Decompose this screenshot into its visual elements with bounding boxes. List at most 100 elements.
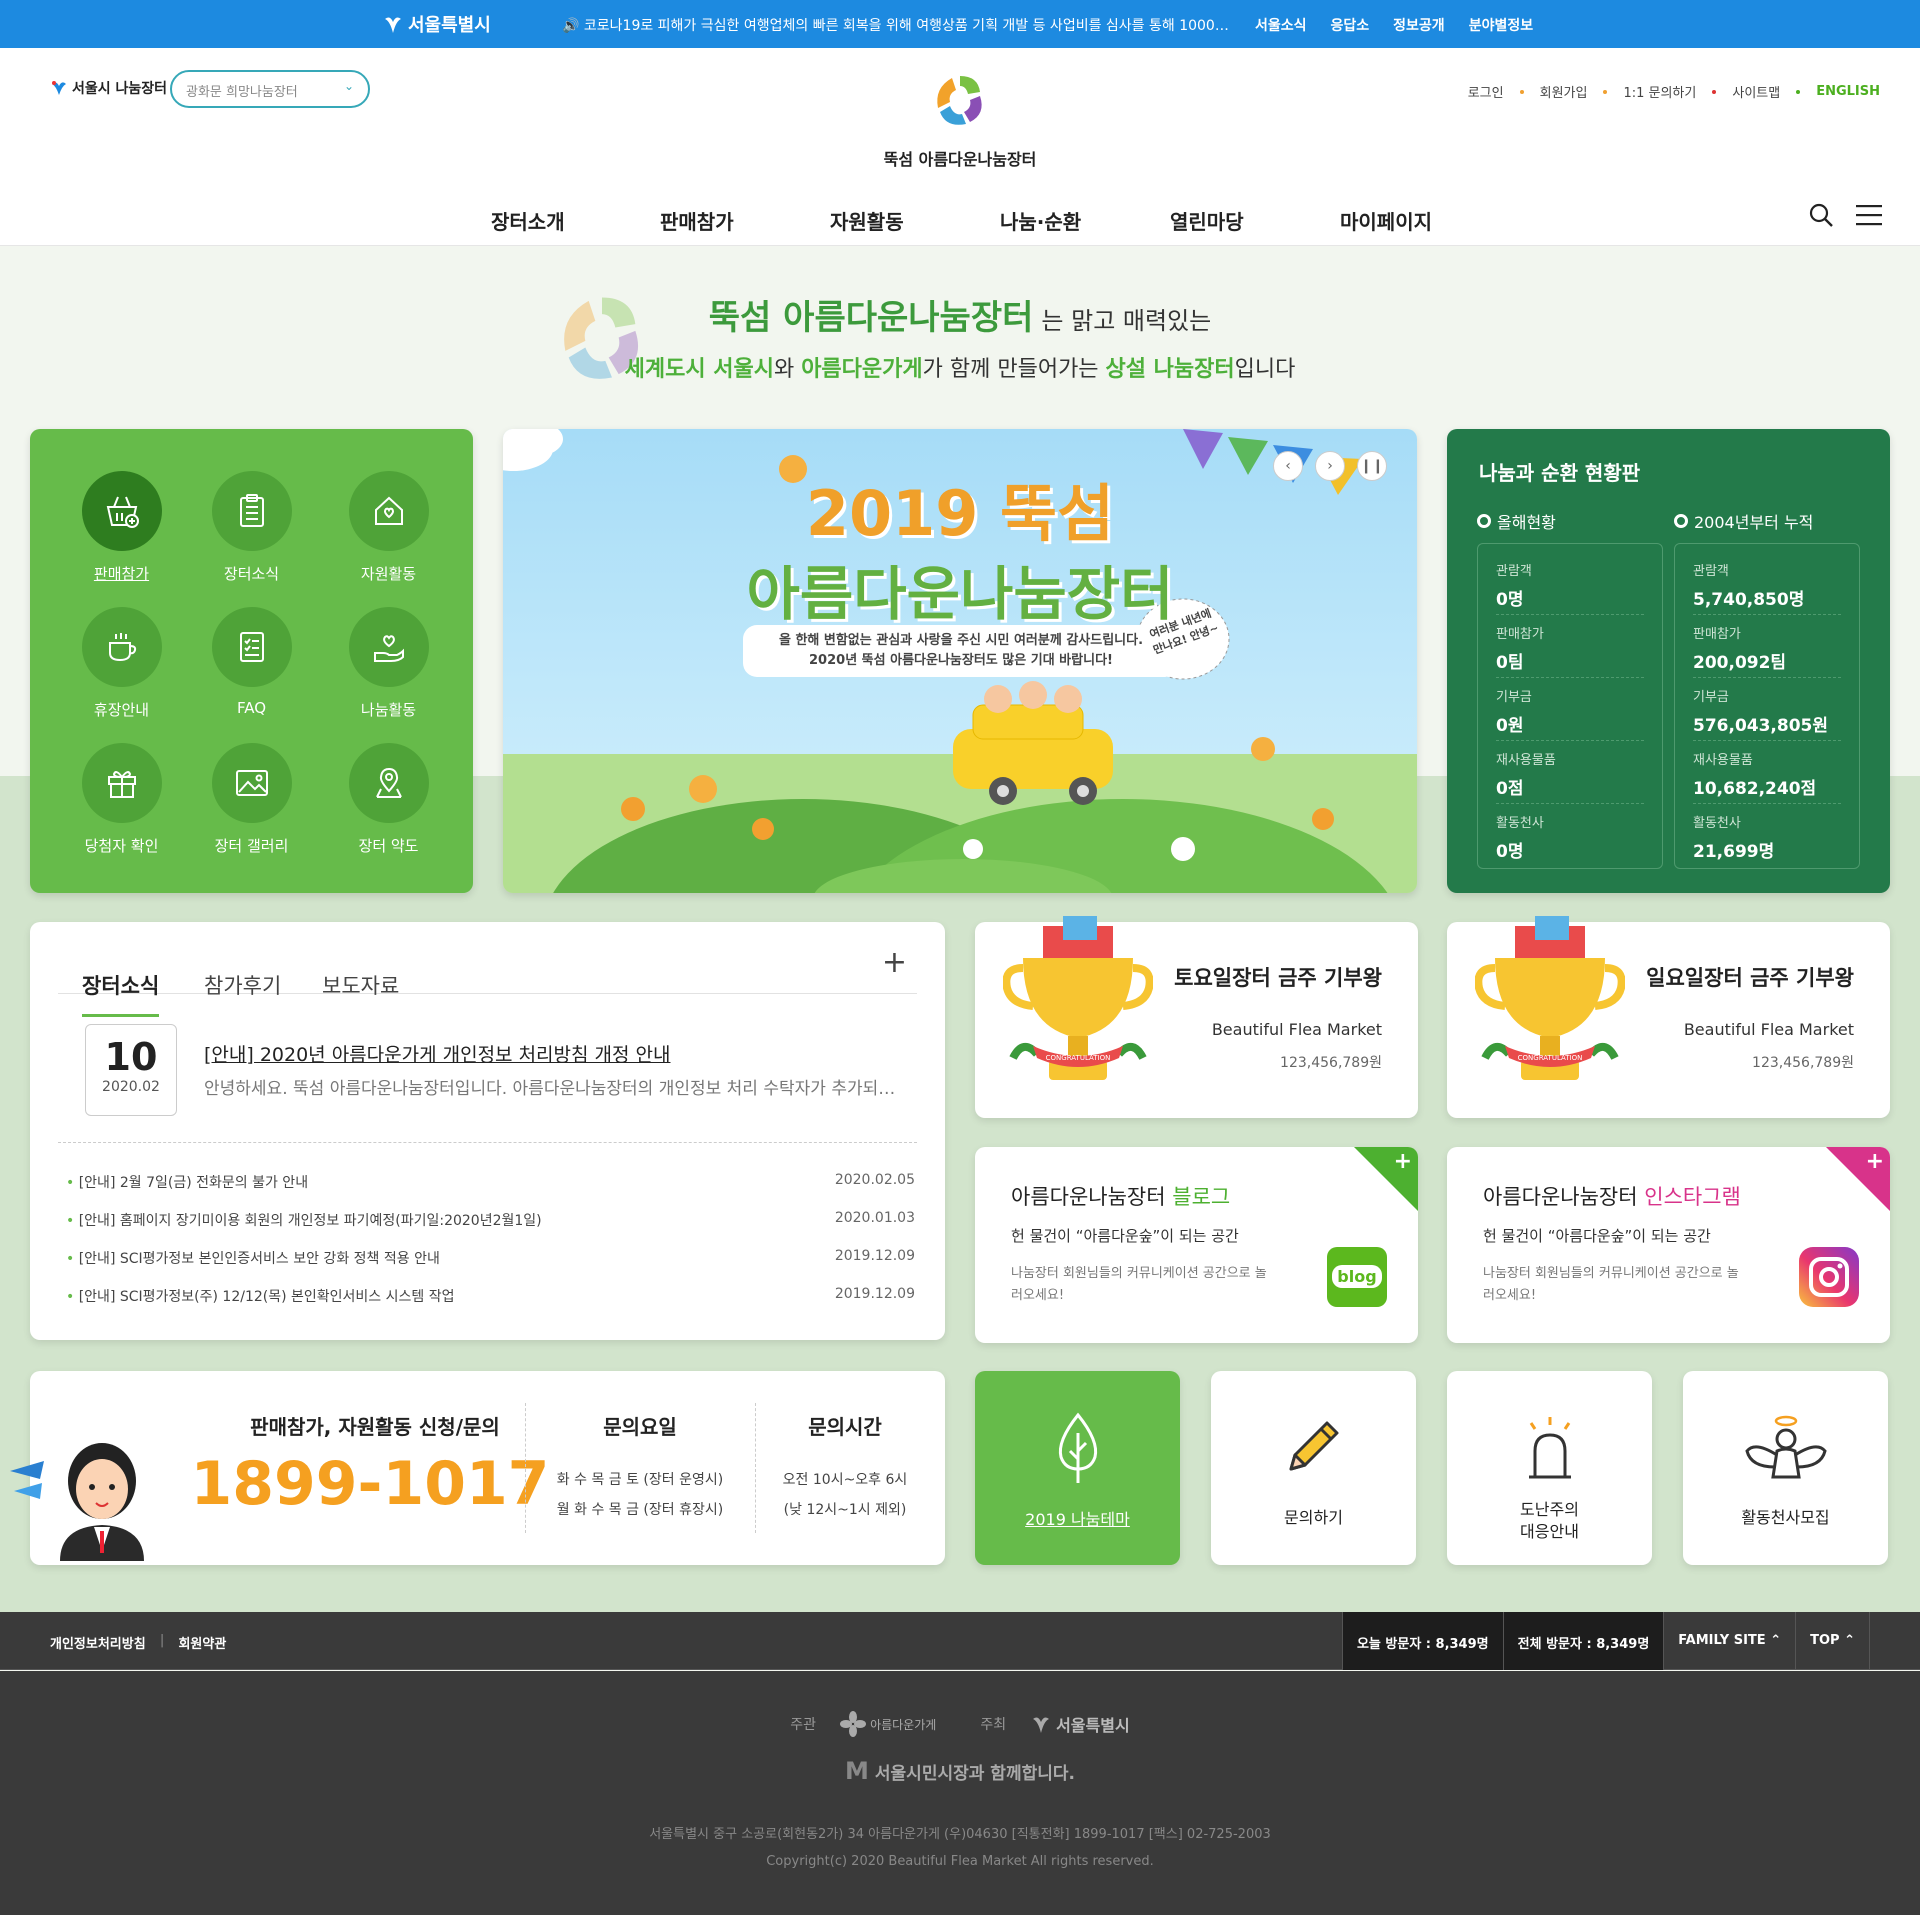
featured-title[interactable]: [안내] 2020년 아름다운가게 개인정보 처리방침 개정 안내 — [204, 1040, 671, 1067]
quick-winner[interactable]: 당첨자 확인 — [53, 743, 190, 856]
main-nav: 장터소개 판매참가 자원활동 나눔·순환 열린마당 마이페이지 — [0, 206, 1920, 246]
map-pin-icon — [375, 767, 402, 798]
blog-card[interactable]: + 아름다운나눔장터 블로그 헌 물건이 “아름다운숲”이 되는 공간 나눔장터… — [975, 1147, 1418, 1343]
banner-title: 아름다운나눔장터 — [746, 560, 1174, 628]
main-logo[interactable]: 뚝섬 아름다운나눔장터 — [870, 70, 1050, 170]
donor-sunday[interactable]: CONGRATULATION 일요일장터 금주 기부왕 Beautiful Fl… — [1447, 916, 1890, 1118]
donor-title: 토요일장터 금주 기부왕 — [1174, 966, 1382, 990]
tab-reviews[interactable]: 참가후기 — [204, 970, 281, 1000]
login-link[interactable]: 로그인 — [1468, 82, 1504, 101]
top-link-news[interactable]: 서울소식 — [1255, 15, 1307, 35]
theft-warning-tile[interactable]: 도난주의 대응안내 — [1447, 1371, 1652, 1565]
top-button[interactable]: TOP ⌃ — [1795, 1612, 1870, 1670]
top-link-field[interactable]: 분야별정보 — [1469, 15, 1533, 35]
signup-link[interactable]: 회원가입 — [1540, 82, 1588, 101]
flower-logo-icon — [840, 1711, 867, 1737]
top-link-response[interactable]: 응답소 — [1331, 15, 1370, 35]
inquiry-link[interactable]: 1:1 문의하기 — [1623, 82, 1696, 101]
featured-month: 2020.02 — [102, 1079, 160, 1095]
quick-map[interactable]: 장터 약도 — [320, 743, 457, 856]
contact-panel: 판매참가, 자원활동 신청/문의 1899-1017 문의요일 화 수 목 금 … — [10, 1371, 945, 1565]
quick-sell[interactable]: 판매참가 — [53, 471, 190, 584]
nav-share[interactable]: 나눔·순환 — [1000, 206, 1081, 235]
quick-news[interactable]: 장터소식 — [183, 471, 320, 584]
nav-mypage[interactable]: 마이페이지 — [1340, 206, 1432, 235]
instagram-title-name: 인스타그램 — [1644, 1185, 1741, 1209]
gift-icon — [107, 771, 136, 798]
separator-dot — [1712, 89, 1717, 94]
seoul-logo-icon — [385, 17, 401, 33]
small-logo-icon — [52, 81, 66, 95]
stat-label: 관람객 — [1693, 564, 1729, 579]
notice-ticker[interactable]: 🔊 코로나19로 피해가 극심한 여행업체의 빠른 회복을 위해 여행상품 기획… — [562, 15, 1237, 35]
operator-illustration — [10, 1443, 144, 1561]
menu-icon[interactable] — [1856, 204, 1882, 226]
theme-2019-label: 2019 나눔테마 — [1025, 1510, 1130, 1529]
tab-market-news[interactable]: 장터소식 — [82, 970, 160, 1017]
quick-closed[interactable]: 휴장안내 — [53, 607, 190, 720]
instagram-corner: + — [1826, 1147, 1890, 1211]
english-link[interactable]: ENGLISH — [1816, 84, 1880, 99]
stat-value: 0명 — [1496, 842, 1524, 862]
search-icon[interactable] — [1808, 202, 1834, 228]
news-item-date: 2019.12.09 — [834, 1248, 915, 1264]
small-logo-text: 서울시 나눔장터 — [72, 81, 168, 97]
sitemap-link[interactable]: 사이트맵 — [1732, 82, 1780, 101]
featured-desc[interactable]: 안녕하세요. 뚝섬 아름다운나눔장터입니다. 아름다운나눔장터의 개인정보 처리… — [204, 1074, 904, 1099]
quick-menu: 판매참가 장터소식 자원활동 휴장안내 FAQ 나눔활동 당첨자 확인 장터 갤… — [30, 429, 473, 893]
top-link-info[interactable]: 정보공개 — [1393, 15, 1445, 35]
nav-intro[interactable]: 장터소개 — [491, 206, 565, 235]
terms-link[interactable]: 회원약관 — [178, 1633, 226, 1652]
top-bar: 서울특별시 🔊 코로나19로 피해가 극심한 여행업체의 빠른 회복을 위해 여… — [0, 0, 1920, 48]
nav-open[interactable]: 열린마당 — [1170, 206, 1244, 235]
news-list: [안내] 2월 7일(금) 전화문의 불가 안내 2020.02.05 [안내] … — [66, 1172, 915, 1324]
alarm-icon — [1528, 1417, 1571, 1479]
volunteer-recruit-tile[interactable]: 활동천사모집 — [1683, 1371, 1888, 1565]
market-select[interactable]: 광화문 희망나눔장터 ⌄ — [170, 70, 370, 108]
quick-faq[interactable]: FAQ — [183, 607, 320, 717]
tab-press[interactable]: 보도자료 — [322, 970, 399, 1000]
small-logo[interactable]: 서울시 나눔장터 — [50, 78, 167, 98]
inquiry-tile[interactable]: 문의하기 — [1211, 1371, 1416, 1565]
stat-label: 활동천사 — [1693, 816, 1741, 831]
theme-2019-tile[interactable]: 2019 나눔테마 — [975, 1371, 1180, 1565]
privacy-policy-link[interactable]: 개인정보처리방침 — [50, 1633, 146, 1652]
quick-faq-label: FAQ — [236, 699, 267, 717]
instagram-card[interactable]: + 아름다운나눔장터 인스타그램 헌 물건이 “아름다운숲”이 되는 공간 나눔… — [1447, 1147, 1890, 1343]
list-item[interactable]: [안내] 홈페이지 장기미이용 회원의 개인정보 파기예정(파기일:2020년2… — [66, 1210, 915, 1248]
intro-title: 뚝섬 아름다운나눔장터 — [708, 298, 1034, 338]
list-item[interactable]: [안내] 2월 7일(금) 전화문의 불가 안내 2020.02.05 — [66, 1172, 915, 1210]
donor-amount: 123,456,789원 — [1280, 1055, 1382, 1071]
speaker-icon: 🔊 — [562, 18, 584, 34]
quick-sharing[interactable]: 나눔활동 — [320, 607, 457, 720]
chevron-up-icon: ⌃ — [1770, 1633, 1782, 1648]
notice-text: 코로나19로 피해가 극심한 여행업체의 빠른 회복을 위해 여행상품 기획 개… — [583, 18, 1237, 34]
contact-hours-except: (낮 12시~1시 제외) — [783, 1502, 907, 1518]
family-site-button[interactable]: FAMILY SITE ⌃ — [1663, 1612, 1795, 1670]
volunteer-recruit-label: 활동천사모집 — [1741, 1508, 1830, 1527]
nav-volunteer[interactable]: 자원활동 — [830, 206, 904, 235]
list-item[interactable]: [안내] SCI평가정보 본인인증서비스 보안 강화 정책 적용 안내 2019.… — [66, 1248, 915, 1286]
seoul-logo[interactable]: 서울특별시 — [382, 11, 491, 37]
donor-saturday[interactable]: CONGRATULATION 토요일장터 금주 기부왕 Beautiful Fl… — [975, 916, 1418, 1118]
quick-closed-label: 휴장안내 — [93, 701, 150, 719]
theft-warning-label: 도난주의 대응안내 — [1447, 1499, 1652, 1543]
donor-title: 일요일장터 금주 기부왕 — [1646, 966, 1854, 990]
stat-label: 관람객 — [1496, 564, 1532, 579]
main-logo-mark — [937, 76, 982, 125]
quick-volunteer[interactable]: 자원활동 — [320, 471, 457, 584]
footer: 주관 아름다운가게 주최 서울특별시 M 서울시민시장과 함께합니다. 서울특별시… — [0, 1671, 1920, 1915]
main-banner[interactable]: ‹ › ❙❙ 2019 뚝섬 아름다운나눔장터 올 한해 변함없는 관심과 사랑… — [503, 429, 1417, 893]
stat-label: 활동천사 — [1496, 816, 1544, 831]
blog-corner: + — [1354, 1147, 1418, 1211]
separator-dot — [1603, 89, 1608, 94]
news-item-date: 2020.01.03 — [834, 1210, 915, 1226]
instagram-icon — [1799, 1247, 1859, 1307]
news-more-button[interactable]: + — [882, 948, 907, 978]
list-item[interactable]: [안내] SCI평가정보(주) 12/12(목) 본인확인서비스 시스템 작업 2… — [66, 1286, 915, 1324]
quick-gallery[interactable]: 장터 갤러리 — [183, 743, 320, 856]
nav-sell[interactable]: 판매참가 — [660, 206, 734, 235]
contact-number[interactable]: 1899-1017 — [180, 1449, 560, 1519]
pencil-icon — [1289, 1421, 1338, 1471]
host-label: 주관 — [790, 1717, 817, 1733]
